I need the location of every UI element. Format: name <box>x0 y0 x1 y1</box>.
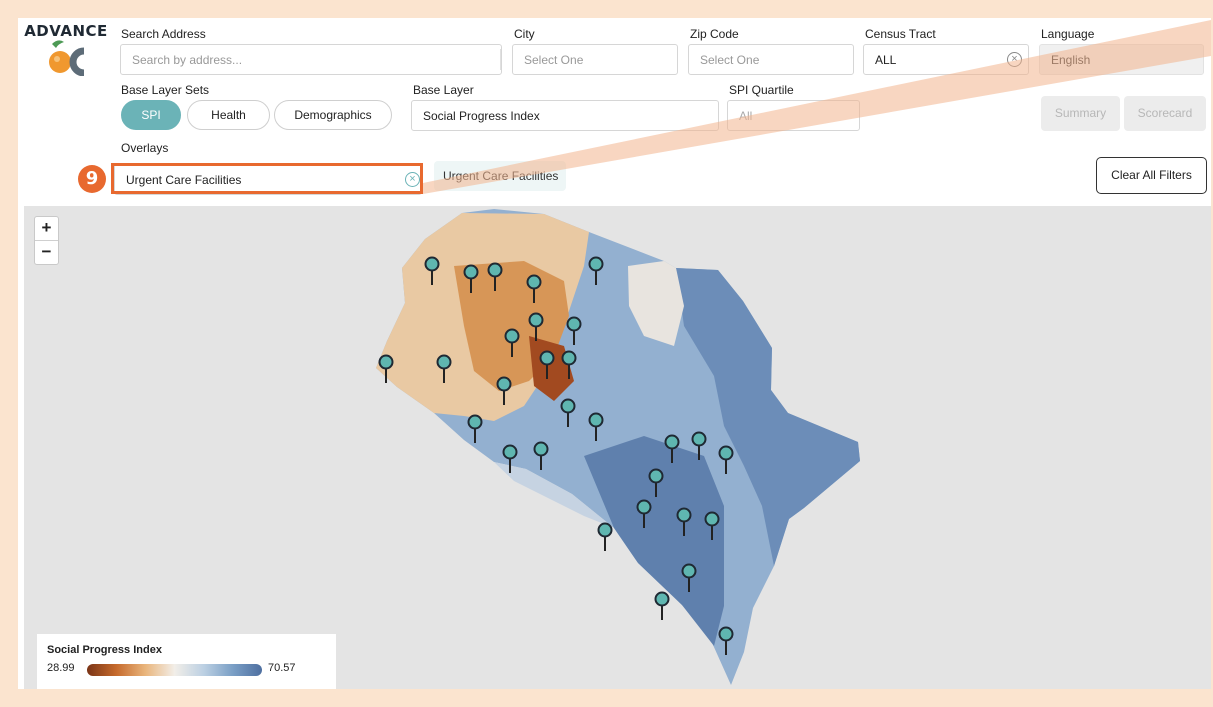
spi-quartile-select[interactable]: All <box>727 100 860 131</box>
map-pin-icon[interactable] <box>664 434 680 464</box>
census-tract-select[interactable]: ALL × <box>863 44 1029 75</box>
map-pin-icon[interactable] <box>526 274 542 304</box>
map-pin-icon[interactable] <box>654 591 670 621</box>
census-tract-label: Census Tract <box>865 27 936 41</box>
layer-set-spi-button[interactable]: SPI <box>121 100 181 130</box>
map-pin-icon[interactable] <box>467 414 483 444</box>
map-pin-icon[interactable] <box>528 312 544 342</box>
city-label: City <box>514 27 535 41</box>
scorecard-button[interactable]: Scorecard <box>1124 96 1206 131</box>
base-layer-value: Social Progress Index <box>423 109 540 123</box>
census-tract-value: ALL <box>875 53 897 67</box>
search-address-label: Search Address <box>121 27 206 41</box>
zip-code-select-value: Select One <box>700 53 760 67</box>
search-address-placeholder: Search by address... <box>132 53 243 67</box>
legend-max: 70.57 <box>268 662 296 674</box>
search-address-divider <box>500 49 501 70</box>
map-pin-icon[interactable] <box>588 412 604 442</box>
language-value: English <box>1051 53 1091 67</box>
map-pin-icon[interactable] <box>636 499 652 529</box>
legend-title: Social Progress Index <box>47 644 162 656</box>
census-tract-clear-icon[interactable]: × <box>1007 52 1022 67</box>
advance-oc-logo[interactable]: ADVANCE <box>24 22 108 76</box>
advance-oc-logo-icon <box>49 40 85 76</box>
base-layer-label: Base Layer <box>413 83 474 97</box>
language-label: Language <box>1041 27 1095 41</box>
base-layer-select[interactable]: Social Progress Index <box>411 100 719 131</box>
map-pin-icon[interactable] <box>561 350 577 380</box>
city-select-value: Select One <box>524 53 584 67</box>
overlay-chip[interactable]: Urgent Care Facilities <box>434 161 567 191</box>
map-pin-icon[interactable] <box>378 354 394 384</box>
map-pin-icon[interactable] <box>539 350 555 380</box>
map-pin-icon[interactable] <box>487 262 503 292</box>
tutorial-highlight-box <box>111 163 423 194</box>
summary-button[interactable]: Summary <box>1041 96 1120 131</box>
zoom-in-button[interactable]: + <box>35 217 58 241</box>
spi-quartile-label: SPI Quartile <box>729 83 794 97</box>
map-pin-icon[interactable] <box>502 444 518 474</box>
map-pin-icon[interactable] <box>533 441 549 471</box>
city-select[interactable]: Select One <box>512 44 678 75</box>
map-pin-icon[interactable] <box>504 328 520 358</box>
orange-county-map <box>376 209 860 685</box>
clear-all-filters-button[interactable]: Clear All Filters <box>1096 157 1207 194</box>
language-select[interactable]: English <box>1039 44 1204 75</box>
overlays-label: Overlays <box>121 141 169 155</box>
map-pin-icon[interactable] <box>560 398 576 428</box>
map-area[interactable]: + − Social Progress Index 28.99 70.57 <box>24 206 1211 689</box>
zoom-controls: + − <box>34 216 59 265</box>
map-pin-icon[interactable] <box>436 354 452 384</box>
map-pin-icon[interactable] <box>463 264 479 294</box>
legend-min: 28.99 <box>47 662 75 674</box>
map-pin-icon[interactable] <box>648 468 664 498</box>
zip-code-label: Zip Code <box>690 27 739 41</box>
map-pin-icon[interactable] <box>588 256 604 286</box>
map-pin-icon[interactable] <box>681 563 697 593</box>
map-pin-icon[interactable] <box>597 522 613 552</box>
map-pin-icon[interactable] <box>676 507 692 537</box>
map-pin-icon[interactable] <box>704 511 720 541</box>
tutorial-step-badge: 9 <box>78 165 106 193</box>
spi-quartile-value: All <box>739 109 753 123</box>
search-address-input[interactable]: Search by address... <box>120 44 502 75</box>
map-pin-icon[interactable] <box>718 445 734 475</box>
map-pin-icon[interactable] <box>566 316 582 346</box>
legend-color-bar <box>87 664 262 676</box>
legend-scale: 28.99 70.57 <box>47 661 327 677</box>
layer-set-demographics-button[interactable]: Demographics <box>274 100 392 130</box>
map-pin-icon[interactable] <box>718 626 734 656</box>
layer-set-health-button[interactable]: Health <box>187 100 270 130</box>
app-frame: ADVANCE Search Address Search by address… <box>18 18 1211 689</box>
map-pin-icon[interactable] <box>691 431 707 461</box>
map-pin-icon[interactable] <box>424 256 440 286</box>
map-legend: Social Progress Index 28.99 70.57 <box>37 634 336 689</box>
map-pin-icon[interactable] <box>496 376 512 406</box>
zoom-out-button[interactable]: − <box>35 241 58 265</box>
zip-code-select[interactable]: Select One <box>688 44 854 75</box>
base-layer-sets-label: Base Layer Sets <box>121 83 210 97</box>
